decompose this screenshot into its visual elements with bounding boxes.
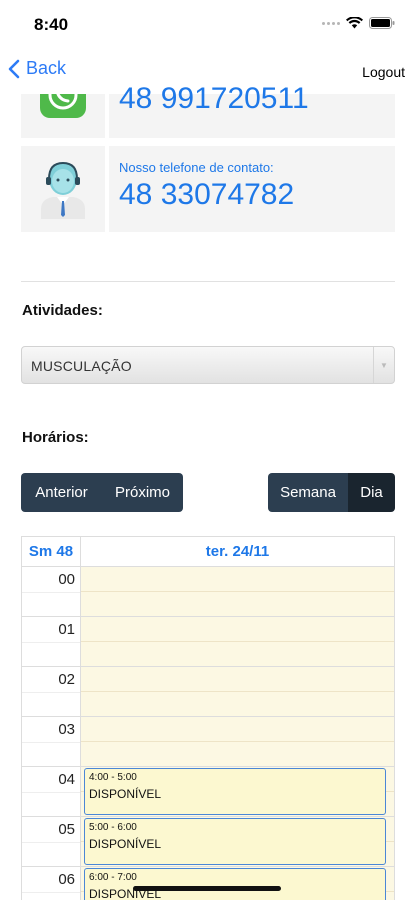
chevron-down-icon: ▼ bbox=[373, 347, 394, 383]
calendar-header: Sm 48 ter. 24/11 bbox=[22, 537, 394, 567]
hour-row: 03 bbox=[22, 717, 394, 767]
hour-label: 03 bbox=[22, 717, 81, 767]
status-bar: 8:40 bbox=[0, 0, 415, 48]
week-number: Sm 48 bbox=[22, 537, 81, 566]
section-divider bbox=[21, 281, 395, 282]
back-label: Back bbox=[26, 58, 67, 78]
time-slot[interactable] bbox=[81, 717, 394, 767]
day-view-button[interactable]: Dia bbox=[348, 473, 395, 512]
hour-label: 05 bbox=[22, 817, 81, 867]
whatsapp-contact: 48 991720511 bbox=[21, 82, 395, 138]
whatsapp-info-box: 48 991720511 bbox=[109, 82, 395, 138]
hour-row: 02 bbox=[22, 667, 394, 717]
event-time: 4:00 - 5:00 bbox=[89, 772, 137, 783]
support-phone[interactable]: 48 33074782 bbox=[119, 178, 294, 212]
support-info-box: Nosso telefone de contato: 48 33074782 bbox=[109, 146, 395, 232]
view-toggle-group: Semana Dia bbox=[268, 473, 395, 512]
support-agent-icon bbox=[41, 161, 85, 219]
wifi-icon bbox=[346, 17, 363, 29]
status-time: 8:40 bbox=[34, 15, 69, 34]
hour-row: 00 bbox=[22, 567, 394, 617]
logout-button[interactable]: Logout bbox=[362, 64, 405, 80]
hour-label: 00 bbox=[22, 567, 81, 617]
time-slot[interactable] bbox=[81, 617, 394, 667]
event-time: 5:00 - 6:00 bbox=[89, 822, 137, 833]
event-title: DISPONÍVEL bbox=[89, 837, 162, 851]
next-button[interactable]: Próximo bbox=[102, 473, 183, 512]
calendar-event[interactable]: 5:00 - 6:00 DISPONÍVEL bbox=[84, 818, 386, 865]
hour-label: 02 bbox=[22, 667, 81, 717]
status-icons bbox=[322, 17, 395, 29]
event-time: 6:00 - 7:00 bbox=[89, 872, 137, 883]
week-view-button[interactable]: Semana bbox=[268, 473, 348, 512]
day-header[interactable]: ter. 24/11 bbox=[81, 537, 394, 566]
whatsapp-phone[interactable]: 48 991720511 bbox=[119, 82, 309, 116]
calendar: Sm 48 ter. 24/11 00 01 02 03 04 05 06 4:… bbox=[21, 536, 395, 900]
hour-row: 01 bbox=[22, 617, 394, 667]
support-phone-label: Nosso telefone de contato: bbox=[119, 160, 274, 175]
signal-icon bbox=[322, 21, 340, 25]
time-slot[interactable] bbox=[81, 667, 394, 717]
activities-label: Atividades: bbox=[22, 302, 103, 319]
whatsapp-icon-box bbox=[21, 94, 105, 138]
battery-icon bbox=[369, 17, 395, 29]
time-slot[interactable] bbox=[81, 567, 394, 617]
support-icon-box bbox=[21, 146, 105, 232]
event-title: DISPONÍVEL bbox=[89, 787, 162, 801]
previous-button[interactable]: Anterior bbox=[21, 473, 102, 512]
calendar-event[interactable]: 6:00 - 7:00 DISPONÍVEL bbox=[84, 868, 386, 900]
home-indicator[interactable] bbox=[133, 886, 281, 891]
back-button[interactable]: Back bbox=[8, 58, 66, 79]
activities-select-value: MUSCULAÇÃO bbox=[31, 358, 132, 374]
calendar-body: 00 01 02 03 04 05 06 4:00 - 5:00 DISPONÍ… bbox=[22, 567, 394, 900]
calendar-event[interactable]: 4:00 - 5:00 DISPONÍVEL bbox=[84, 768, 386, 815]
chevron-left-icon bbox=[8, 59, 20, 78]
schedule-label: Horários: bbox=[22, 429, 89, 446]
whatsapp-icon bbox=[40, 94, 86, 118]
activities-select[interactable]: MUSCULAÇÃO ▼ bbox=[21, 346, 395, 384]
hour-label: 04 bbox=[22, 767, 81, 817]
date-nav-group: Anterior Próximo bbox=[21, 473, 183, 512]
support-contact: Nosso telefone de contato: 48 33074782 bbox=[21, 146, 395, 232]
hour-label: 06 bbox=[22, 867, 81, 900]
hour-label: 01 bbox=[22, 617, 81, 667]
